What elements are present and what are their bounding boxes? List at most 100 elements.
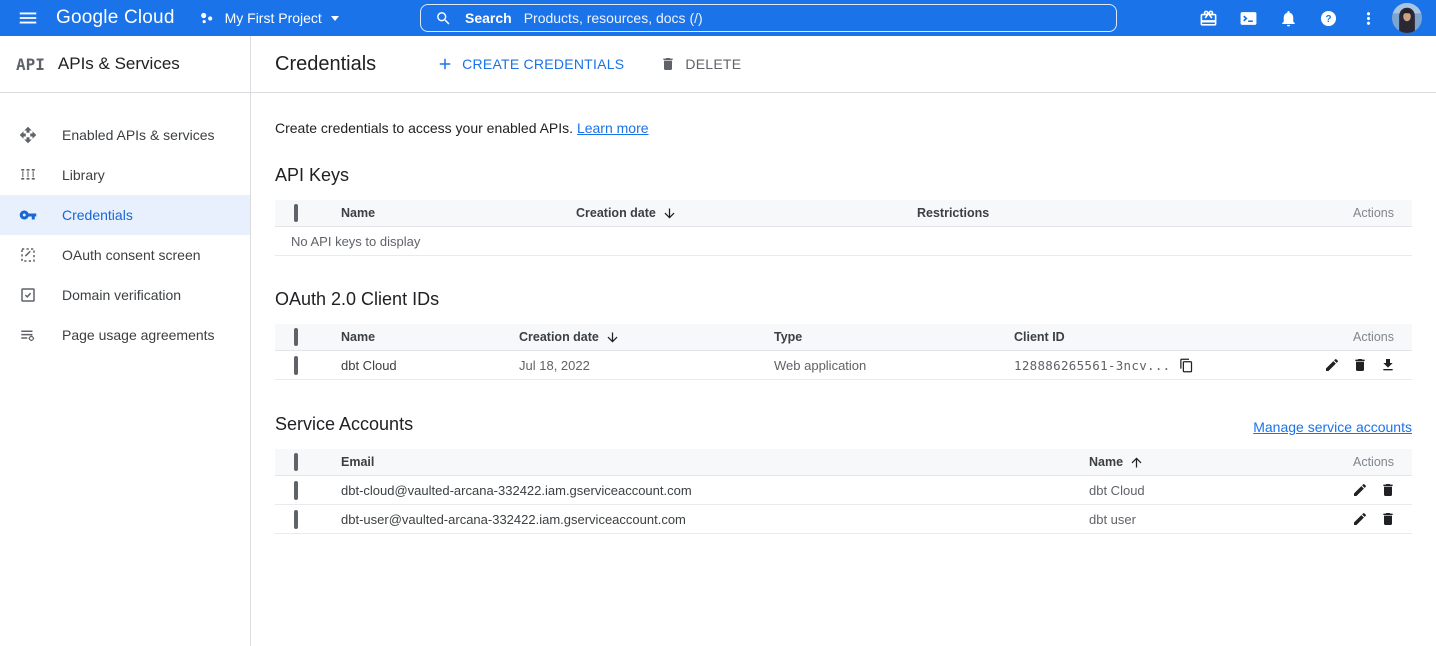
oauth-client-creation-date: Jul 18, 2022 <box>519 358 774 373</box>
download-button[interactable] <box>1380 357 1396 373</box>
free-trial-gift-button[interactable] <box>1188 0 1228 36</box>
sidebar-item-page-usage-agreements[interactable]: Page usage agreements <box>0 315 250 355</box>
search-icon <box>435 10 452 27</box>
enabled-apis-icon <box>18 125 38 145</box>
edit-button[interactable] <box>1352 482 1368 498</box>
sort-asc-icon <box>1129 455 1144 470</box>
oauth-table-header: Name Creation date Type Client ID Action… <box>275 324 1412 351</box>
sidebar-header: API APIs & Services <box>0 36 250 93</box>
svg-text:?: ? <box>1325 13 1331 24</box>
table-row: dbt-cloud@vaulted-arcana-332422.iam.gser… <box>275 476 1412 505</box>
more-options-button[interactable] <box>1348 0 1388 36</box>
row-actions <box>1302 357 1412 373</box>
notifications-button[interactable] <box>1268 0 1308 36</box>
key-icon <box>18 205 38 225</box>
avatar[interactable] <box>1392 3 1422 33</box>
column-header-creation-date[interactable]: Creation date <box>519 330 774 345</box>
column-header-name[interactable]: Name <box>341 330 519 344</box>
project-picker[interactable]: My First Project <box>197 8 339 28</box>
edit-button[interactable] <box>1324 357 1340 373</box>
cloud-shell-button[interactable] <box>1228 0 1268 36</box>
sidebar-item-oauth-consent[interactable]: OAuth consent screen <box>0 235 250 275</box>
page-title: Credentials <box>275 53 376 76</box>
domain-verification-icon <box>18 285 38 305</box>
sidebar-item-label: Library <box>62 167 105 183</box>
select-all-checkbox[interactable] <box>294 453 298 471</box>
column-header-actions: Actions <box>1322 206 1412 220</box>
api-keys-table-header: Name Creation date Restrictions Actions <box>275 200 1412 227</box>
row-checkbox[interactable] <box>294 356 298 375</box>
project-name: My First Project <box>225 10 322 26</box>
column-header-creation-date[interactable]: Creation date <box>576 206 917 221</box>
cloud-shell-icon <box>1239 9 1258 28</box>
gift-icon <box>1199 9 1218 28</box>
delete-label: DELETE <box>685 56 741 72</box>
create-credentials-label: CREATE CREDENTIALS <box>462 56 624 72</box>
select-all-checkbox[interactable] <box>294 328 298 346</box>
delete-row-button[interactable] <box>1380 511 1396 527</box>
column-header-name[interactable]: Name <box>341 206 576 220</box>
copy-client-id-button[interactable] <box>1179 358 1194 373</box>
service-account-email: dbt-user@vaulted-arcana-332422.iam.gserv… <box>341 512 1089 527</box>
chevron-down-icon <box>331 16 339 21</box>
oauth-client-type: Web application <box>774 358 1014 373</box>
learn-more-link[interactable]: Learn more <box>577 120 649 136</box>
delete-button[interactable]: DELETE <box>660 56 741 72</box>
oauth-client-id: 128886265561-3ncv... <box>1014 358 1302 373</box>
sidebar-item-credentials[interactable]: Credentials <box>0 195 250 235</box>
column-header-name[interactable]: Name <box>1089 455 1322 470</box>
edit-button[interactable] <box>1352 511 1368 527</box>
select-all-checkbox[interactable] <box>294 204 298 222</box>
column-header-actions: Actions <box>1302 330 1412 344</box>
delete-row-button[interactable] <box>1380 482 1396 498</box>
edit-icon <box>1352 511 1368 527</box>
library-icon <box>18 165 38 185</box>
main: Credentials CREATE CREDENTIALS DELETE Cr… <box>251 36 1436 646</box>
sidebar: API APIs & Services Enabled APIs & servi… <box>0 36 251 646</box>
service-accounts-table: Email Name Actions dbt-cloud@vaulted-arc… <box>275 449 1412 534</box>
api-keys-section: API Keys Name Creation date Restrictions… <box>275 165 1412 256</box>
create-credentials-button[interactable]: CREATE CREDENTIALS <box>436 55 624 73</box>
notifications-icon <box>1279 9 1298 28</box>
sort-desc-icon <box>662 206 677 221</box>
sidebar-item-enabled-apis[interactable]: Enabled APIs & services <box>0 115 250 155</box>
page-toolbar: Credentials CREATE CREDENTIALS DELETE <box>251 36 1436 93</box>
google-cloud-logo[interactable]: Google Cloud <box>56 7 175 29</box>
help-icon: ? <box>1319 9 1338 28</box>
sidebar-item-label: Page usage agreements <box>62 327 215 343</box>
delete-icon <box>1380 482 1396 498</box>
agreements-icon <box>18 325 38 345</box>
column-header-restrictions[interactable]: Restrictions <box>917 206 1322 220</box>
search-input[interactable]: Search Products, resources, docs (/) <box>420 4 1117 32</box>
delete-row-button[interactable] <box>1352 357 1368 373</box>
row-actions <box>1322 511 1412 527</box>
sidebar-item-label: OAuth consent screen <box>62 247 201 263</box>
avatar-photo <box>1392 3 1422 33</box>
sidebar-item-library[interactable]: Library <box>0 155 250 195</box>
service-account-email: dbt-cloud@vaulted-arcana-332422.iam.gser… <box>341 483 1089 498</box>
row-checkbox[interactable] <box>294 510 298 529</box>
column-header-type[interactable]: Type <box>774 330 1014 344</box>
search-placeholder: Products, resources, docs (/) <box>524 10 703 26</box>
service-account-name: dbt user <box>1089 512 1322 527</box>
help-button[interactable]: ? <box>1308 0 1348 36</box>
column-header-client-id[interactable]: Client ID <box>1014 330 1302 344</box>
sort-desc-icon <box>605 330 620 345</box>
sidebar-item-label: Credentials <box>62 207 133 223</box>
sidebar-item-label: Domain verification <box>62 287 181 303</box>
menu-button[interactable] <box>0 0 56 36</box>
column-header-email[interactable]: Email <box>341 455 1089 469</box>
sidebar-item-label: Enabled APIs & services <box>62 127 215 143</box>
api-keys-table: Name Creation date Restrictions Actions … <box>275 200 1412 256</box>
sidebar-item-domain-verification[interactable]: Domain verification <box>0 275 250 315</box>
api-keys-title: API Keys <box>275 165 1412 186</box>
table-row: dbt-user@vaulted-arcana-332422.iam.gserv… <box>275 505 1412 534</box>
delete-icon <box>1352 357 1368 373</box>
service-accounts-section: Service Accounts Manage service accounts… <box>275 414 1412 534</box>
intro-text: Create credentials to access your enable… <box>275 120 1412 136</box>
row-checkbox[interactable] <box>294 481 298 500</box>
manage-service-accounts-link[interactable]: Manage service accounts <box>1253 419 1412 435</box>
api-keys-empty-message: No API keys to display <box>275 227 1412 256</box>
search-label: Search <box>465 10 512 26</box>
edit-icon <box>1352 482 1368 498</box>
